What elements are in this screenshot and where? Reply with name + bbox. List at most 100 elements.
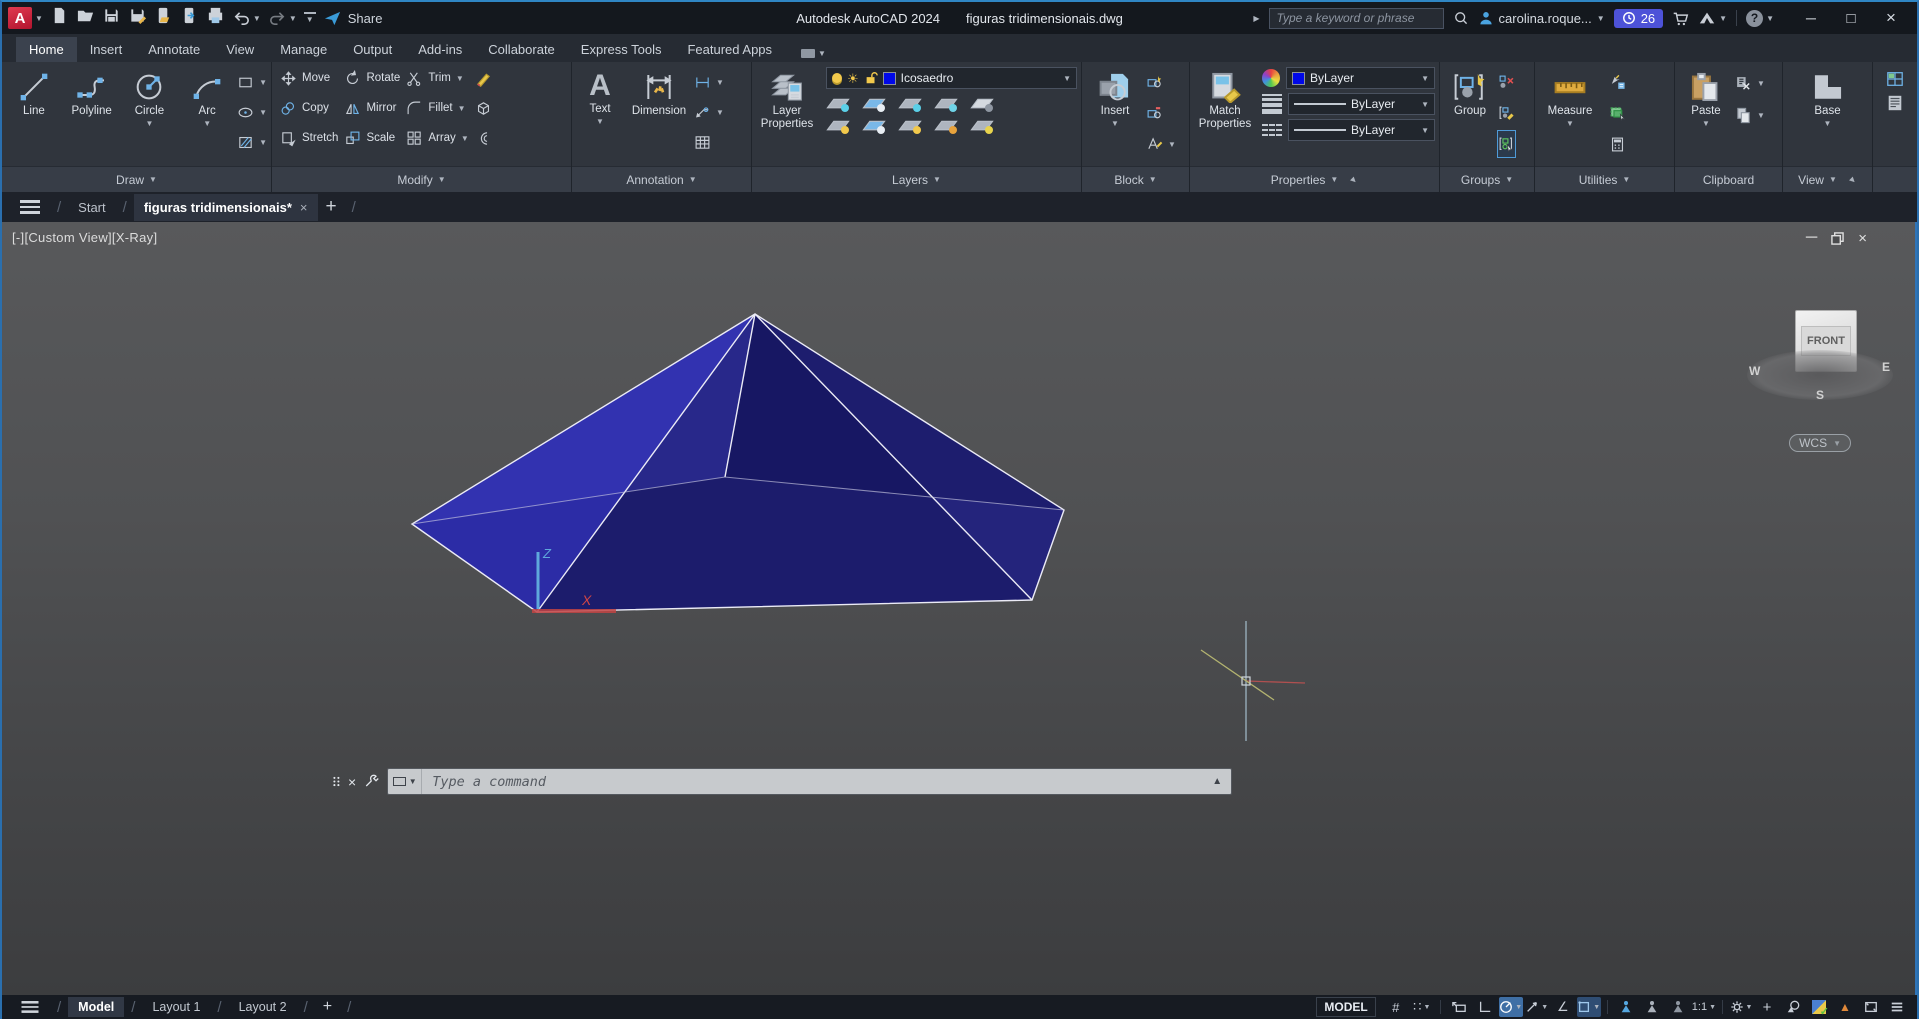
maximize-button[interactable]: □ [1831,4,1871,32]
clean-screen-button[interactable] [1859,997,1883,1017]
snap-mode-toggle[interactable]: ∷▼ [1410,997,1434,1017]
layer-unlock-button[interactable] [934,116,958,133]
pyramid-drawing[interactable]: Z X [2,222,1917,995]
close-tab-icon[interactable]: × [300,200,308,215]
open-from-web-button[interactable] [154,6,173,30]
line-button[interactable]: Line [6,65,62,166]
move-button[interactable]: Move [280,65,338,91]
customization-button[interactable] [1885,997,1909,1017]
panel-label-view[interactable]: View▼▼ [1783,166,1872,192]
layer-select-dropdown[interactable]: ☀ Icosaedro ▼ [826,67,1077,89]
search-icon[interactable] [1453,10,1469,26]
cut-button[interactable]: ▼ [1735,70,1765,96]
tab-annotate[interactable]: Annotate [135,37,213,62]
arc-button[interactable]: Arc ▼ [179,65,235,166]
redo-button[interactable]: ▼ [268,9,297,28]
explode-button[interactable] [475,95,492,121]
layout2-tab[interactable]: Layout 2 [229,997,297,1017]
share-button[interactable]: Share [323,9,383,28]
array-button[interactable]: Array ▼ [406,125,468,151]
match-properties-button[interactable]: Match Properties [1194,65,1256,166]
text-button[interactable]: A Text ▼ [576,65,624,166]
undo-button[interactable]: ▼ [232,9,261,28]
dimension-button[interactable]: Dimension [626,65,692,166]
tab-manage[interactable]: Manage [267,37,340,62]
stretch-button[interactable]: Stretch [280,125,338,151]
object-snap-tracking-toggle[interactable]: ∠ [1551,997,1575,1017]
panel-label-draw[interactable]: Draw▼ [2,166,271,192]
ungroup-button[interactable] [1498,69,1515,95]
rectangle-button[interactable]: ▼ [237,69,267,95]
layout1-tab[interactable]: Layout 1 [142,997,210,1017]
command-line-close-icon[interactable]: × [348,774,356,790]
command-history-toggle[interactable]: ▲ [1203,776,1231,787]
erase-button[interactable] [475,65,492,91]
grid-toggle[interactable]: # [1384,997,1408,1017]
quick-calculator-button[interactable] [1609,131,1626,157]
layer-isolate-button[interactable] [862,94,886,111]
panel-label-annotation[interactable]: Annotation▼ [572,166,751,192]
ortho-toggle[interactable] [1473,997,1497,1017]
linetype-dropdown[interactable]: ByLayer ▼ [1288,119,1435,141]
object-snap-toggle[interactable]: ▼ [1577,997,1601,1017]
annotation-scale-sync-toggle[interactable] [1666,997,1690,1017]
trial-countdown-button[interactable]: 26 [1614,9,1663,28]
layer-freeze-button[interactable] [898,94,922,111]
drawing-viewport[interactable]: [-][Custom View][X-Ray] ─ × FRONT W S E … [2,222,1917,995]
table-button[interactable] [694,129,724,155]
graphics-performance-button[interactable]: ▲ [1833,997,1857,1017]
panel-label-modify[interactable]: Modify▼ [272,166,571,192]
lineweight-dropdown[interactable]: ByLayer ▼ [1288,93,1435,115]
named-views-icon[interactable] [1886,94,1904,112]
polar-tracking-toggle[interactable]: ▼ [1499,997,1523,1017]
layer-lock-button[interactable] [934,94,958,111]
polyline-button[interactable]: Polyline [64,65,120,166]
layer-thaw-icon[interactable]: ☀ [847,72,859,85]
autodesk-apps-button[interactable]: ▼ [1698,9,1727,27]
trim-button[interactable]: Trim ▼ [406,65,468,91]
circle-button[interactable]: Circle ▼ [122,65,178,166]
color-wheel-icon[interactable] [1262,69,1280,87]
tab-express-tools[interactable]: Express Tools [568,37,675,62]
panel-label-block[interactable]: Block▼ [1082,166,1189,192]
annotation-visibility-toggle[interactable] [1614,997,1638,1017]
recent-commands-button[interactable]: ▼ [388,769,422,794]
layer-thaw-all-button[interactable] [898,116,922,133]
create-block-button[interactable] [1146,69,1176,95]
panel-label-groups[interactable]: Groups▼ [1440,166,1534,192]
panel-label-clipboard[interactable]: Clipboard [1675,166,1782,192]
file-tabs-menu-button[interactable] [10,200,50,214]
edit-attributes-button[interactable]: ▼ [1146,131,1176,157]
leader-button[interactable]: ▼ [694,99,724,125]
pyramid-solid[interactable] [412,314,1064,612]
tab-view[interactable]: View [213,37,267,62]
dynamic-input-toggle[interactable] [1447,997,1471,1017]
open-file-button[interactable] [76,6,95,30]
annotation-monitor-toggle[interactable]: + [1755,997,1779,1017]
lineweight-icon[interactable] [1262,94,1282,114]
viewport-config-icon[interactable] [1886,70,1904,88]
command-line-customize-icon[interactable] [364,774,379,789]
panel-expander-icon[interactable]: ▼ [1347,173,1360,186]
close-button[interactable]: × [1871,4,1911,32]
layer-color-swatch[interactable] [883,72,896,85]
tab-output[interactable]: Output [340,37,405,62]
object-color-dropdown[interactable]: ByLayer ▼ [1286,67,1435,89]
save-as-button[interactable] [128,6,147,30]
new-drawing-tab-button[interactable]: + [318,196,345,218]
base-view-button[interactable]: Base ▼ [1801,65,1855,166]
isolate-objects-button[interactable] [1781,997,1805,1017]
hardware-acceleration-button[interactable]: ✓ [1807,997,1831,1017]
copy-clip-button[interactable]: ▼ [1735,102,1765,128]
group-edit-button[interactable] [1498,100,1515,126]
rotate-button[interactable]: Rotate [344,65,400,91]
help-button[interactable]: ? ▼ [1746,10,1774,27]
linear-dimension-button[interactable]: ▼ [694,69,724,95]
copy-button[interactable]: Copy [280,95,338,121]
tab-collaborate[interactable]: Collaborate [475,37,568,62]
layer-on-all-button[interactable] [826,116,850,133]
tab-featured-apps[interactable]: Featured Apps [674,37,785,62]
scale-button[interactable]: Scale [344,125,400,151]
plot-button[interactable] [206,6,225,30]
ellipse-button[interactable]: ▼ [237,99,267,125]
